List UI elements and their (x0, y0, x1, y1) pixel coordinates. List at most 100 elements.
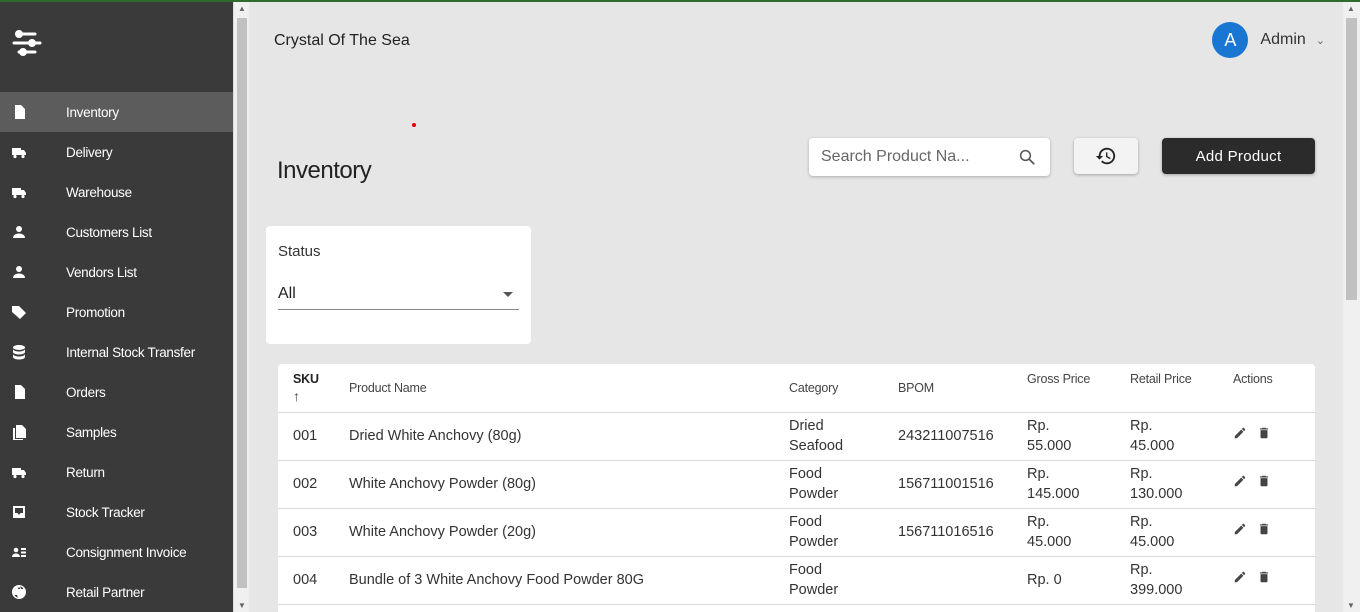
inventory-table: SKU ↑ Product Name Category BPOM Gross P… (278, 364, 1315, 605)
delete-icon[interactable] (1257, 474, 1271, 488)
sidebar-item-label: Return (66, 464, 105, 480)
add-product-button[interactable]: Add Product (1162, 138, 1315, 174)
cell-bpom: 156711001516 (898, 460, 1027, 509)
sidebar-item-label: Inventory (66, 104, 119, 120)
person-icon (10, 223, 28, 241)
cell-bpom: 156711016516 (898, 508, 1027, 557)
delete-icon[interactable] (1257, 570, 1271, 584)
delete-icon[interactable] (1257, 522, 1271, 536)
sidebar-item-label: Retail Partner (66, 584, 145, 600)
table-row[interactable]: 004 Bundle of 3 White Anchovy Food Powder… (278, 556, 1315, 605)
sidebar-item-vendors-list[interactable]: Vendors List (0, 252, 233, 292)
chevron-down-icon[interactable]: ⌄ (1316, 34, 1325, 47)
sidebar-item-label: Internal Stock Transfer (66, 344, 195, 360)
table-row[interactable]: 002 White Anchovy Powder (80g) Food Powder… (278, 460, 1315, 509)
page-scrollbar[interactable]: ▲ ▼ (1343, 2, 1360, 612)
sidebar-scrollbar[interactable]: ▲ ▼ (233, 2, 249, 612)
sidebar-item-orders[interactable]: Orders (0, 372, 233, 412)
documents-icon (10, 423, 28, 441)
status-value: All (278, 285, 296, 302)
delete-icon[interactable] (1257, 426, 1271, 440)
edit-icon[interactable] (1233, 474, 1247, 488)
sidebar-item-label: Promotion (66, 304, 125, 320)
cell-gross-price: Rp. 0 (1027, 572, 1062, 588)
truck-icon (10, 463, 28, 481)
person-icon (10, 263, 28, 281)
column-header-gross-price: Gross Price (1027, 364, 1130, 413)
database-icon (10, 343, 28, 361)
tag-icon (10, 303, 28, 321)
sidebar-item-internal-stock-transfer[interactable]: Internal Stock Transfer (0, 332, 233, 372)
cell-retail-price: Rp. 45.000 (1130, 418, 1175, 454)
table-row[interactable]: 003 White Anchovy Powder (20g) Food Powder… (278, 508, 1315, 557)
cell-category: Food Powder (789, 466, 839, 502)
sidebar-item-stock-tracker[interactable]: Stock Tracker (0, 492, 233, 532)
shop-name: Crystal Of The Sea (274, 32, 410, 49)
user-menu[interactable]: A Admin ⌄ (1212, 22, 1325, 58)
sidebar-item-return[interactable]: Return (0, 452, 233, 492)
column-header-retail-price: Retail Price (1130, 364, 1233, 413)
app-logo-icon[interactable] (10, 26, 44, 60)
cell-gross-price: Rp. 45.000 (1027, 514, 1072, 550)
sidebar-nav: Inventory Delivery Warehouse Customers List… (0, 92, 233, 612)
sidebar-item-warehouse[interactable]: Warehouse (0, 172, 233, 212)
sidebar-item-label: Stock Tracker (66, 504, 145, 520)
sidebar-item-label: Delivery (66, 144, 113, 160)
cell-bpom (898, 556, 1027, 605)
cell-retail-price: Rp. 45.000 (1130, 514, 1175, 550)
sidebar-item-label: Samples (66, 424, 117, 440)
sidebar-item-label: Customers List (66, 224, 152, 240)
column-header-bpom: BPOM (898, 364, 1027, 413)
search-icon[interactable] (1018, 148, 1036, 166)
table-row[interactable]: 001 Dried White Anchovy (80g) Dried Seafoo… (278, 412, 1315, 461)
cell-product-name: White Anchovy Powder (80g) (349, 460, 789, 509)
sidebar-item-consignment-invoice[interactable]: Consignment Invoice (0, 532, 233, 572)
page-title: Inventory (277, 157, 372, 184)
sidebar-item-label: Warehouse (66, 184, 132, 200)
cell-sku: 001 (278, 412, 349, 461)
truck-icon (10, 183, 28, 201)
column-header-category: Category (789, 364, 898, 413)
edit-icon[interactable] (1233, 426, 1247, 440)
status-select[interactable]: All (278, 278, 519, 310)
main-content: Crystal Of The Sea A Admin ⌄ Inventory A… (249, 2, 1343, 612)
sidebar-item-samples[interactable]: Samples (0, 412, 233, 452)
cell-retail-price: Rp. 399.000 (1130, 562, 1183, 598)
search-box[interactable] (809, 138, 1050, 176)
search-input[interactable] (821, 148, 1006, 166)
avatar[interactable]: A (1212, 22, 1249, 58)
cell-category: Food Powder (789, 514, 839, 550)
status-label: Status (278, 243, 321, 260)
sidebar-item-delivery[interactable]: Delivery (0, 132, 233, 172)
column-header-product-name: Product Name (349, 364, 789, 413)
sidebar-item-label: Orders (66, 384, 106, 400)
column-header-sku[interactable]: SKU ↑ (278, 364, 349, 413)
sort-arrow-up-icon[interactable]: ↑ (293, 388, 349, 404)
user-name[interactable]: Admin (1260, 31, 1305, 49)
sidebar-item-inventory[interactable]: Inventory (0, 92, 233, 132)
sidebar: Inventory Delivery Warehouse Customers List… (0, 2, 233, 612)
document-icon (10, 103, 28, 121)
cell-sku: 003 (278, 508, 349, 557)
cell-gross-price: Rp. 145.000 (1027, 466, 1080, 502)
sidebar-item-retail-partner[interactable]: Retail Partner (0, 572, 233, 612)
sidebar-item-label: Consignment Invoice (66, 544, 187, 560)
table-header-row: SKU ↑ Product Name Category BPOM Gross P… (278, 364, 1315, 413)
edit-icon[interactable] (1233, 570, 1247, 584)
contact-card-icon (10, 543, 28, 561)
globe-icon (10, 583, 28, 601)
cell-bpom: 243211007516 (898, 412, 1027, 461)
caret-down-icon (503, 292, 513, 297)
edit-icon[interactable] (1233, 522, 1247, 536)
history-button[interactable] (1074, 138, 1138, 174)
inbox-icon (10, 503, 28, 521)
cell-product-name: White Anchovy Powder (20g) (349, 508, 789, 557)
cell-retail-price: Rp. 130.000 (1130, 466, 1183, 502)
cell-product-name: Bundle of 3 White Anchovy Food Powder 80… (349, 556, 789, 605)
sidebar-item-customers-list[interactable]: Customers List (0, 212, 233, 252)
sidebar-item-label: Vendors List (66, 264, 137, 280)
cell-sku: 002 (278, 460, 349, 509)
sidebar-item-promotion[interactable]: Promotion (0, 292, 233, 332)
status-filter-card: Status All (266, 226, 531, 344)
document-icon (10, 383, 28, 401)
